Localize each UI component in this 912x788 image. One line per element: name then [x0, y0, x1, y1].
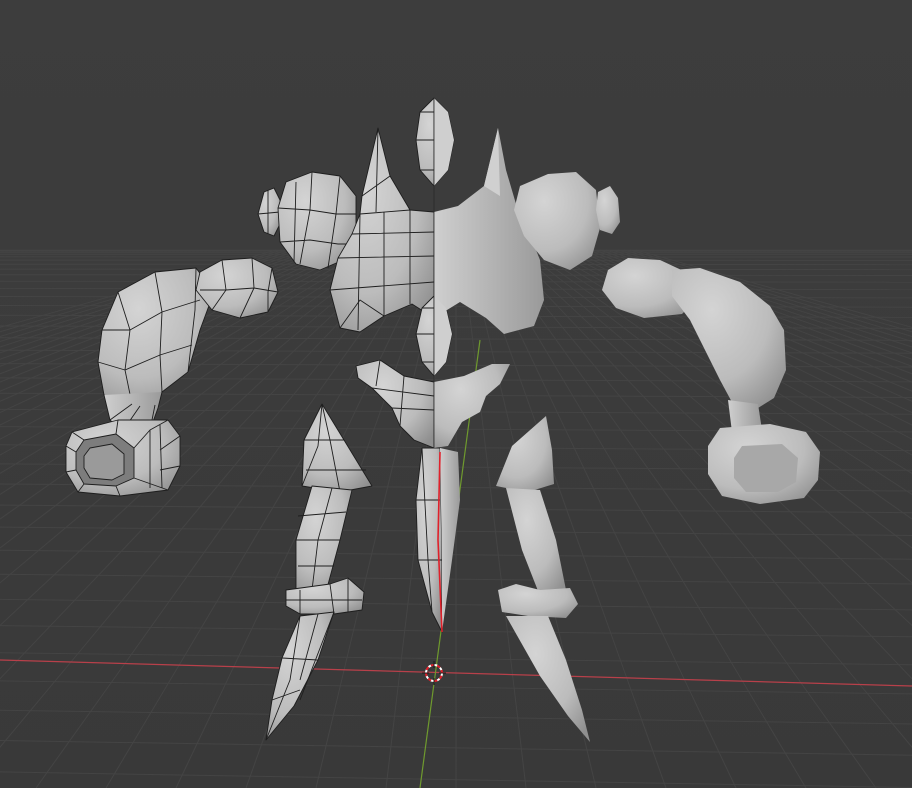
3d-viewport[interactable]	[0, 0, 912, 788]
right-hand-ring[interactable]	[708, 424, 820, 504]
viewport-canvas[interactable]	[0, 0, 912, 788]
left-hand-ring[interactable]	[65, 419, 181, 497]
